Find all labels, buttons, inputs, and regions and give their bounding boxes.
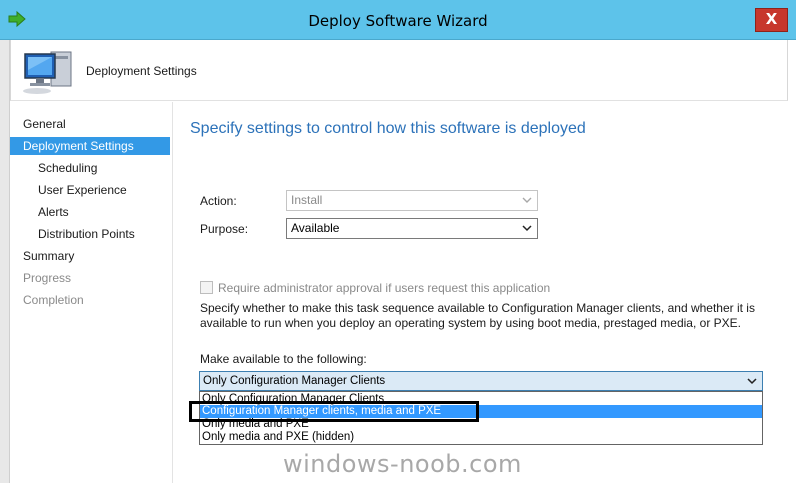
action-select: Install xyxy=(286,190,538,211)
approval-checkbox xyxy=(200,281,213,294)
wizard-header: Deployment Settings xyxy=(10,40,788,101)
nav-item-general[interactable]: General xyxy=(10,115,170,133)
action-label: Action: xyxy=(200,194,237,208)
watermark: windows-noob.com xyxy=(283,450,522,478)
chevron-down-icon[interactable] xyxy=(521,219,533,238)
nav-item-distribution-points[interactable]: Distribution Points xyxy=(10,225,170,243)
nav-item-deployment-settings[interactable]: Deployment Settings xyxy=(10,137,170,155)
nav-item-summary[interactable]: Summary xyxy=(10,247,170,265)
chevron-down-icon[interactable] xyxy=(746,372,758,390)
page-heading: Specify settings to control how this sof… xyxy=(190,120,586,137)
option-only-media-pxe-hidden[interactable]: Only media and PXE (hidden) xyxy=(200,431,762,444)
close-icon[interactable]: X xyxy=(766,10,778,28)
computer-icon xyxy=(23,51,72,94)
annotation-highlight-box xyxy=(189,401,479,422)
purpose-value: Available xyxy=(291,221,340,235)
window-title: Deploy Software Wizard xyxy=(308,12,488,30)
make-available-label: Make available to the following: xyxy=(200,352,367,366)
nav-item-user-experience[interactable]: User Experience xyxy=(10,181,170,199)
make-available-value: Only Configuration Manager Clients xyxy=(203,375,386,387)
chevron-down-icon xyxy=(522,197,532,203)
purpose-select[interactable]: Available xyxy=(286,218,538,239)
action-value: Install xyxy=(291,193,323,207)
purpose-label: Purpose: xyxy=(200,222,249,236)
window-edge xyxy=(0,40,10,483)
title-bar: Deploy Software Wizard X xyxy=(0,0,796,40)
nav-item-scheduling[interactable]: Scheduling xyxy=(10,159,170,177)
nav-item-completion: Completion xyxy=(23,293,84,307)
approval-label: Require administrator approval if users … xyxy=(218,281,551,295)
description-text: Specify whether to make this task sequen… xyxy=(200,301,755,330)
wizard-nav: General Deployment Settings Scheduling U… xyxy=(10,102,173,483)
close-button[interactable]: X xyxy=(755,8,788,32)
nav-item-alerts[interactable]: Alerts xyxy=(10,203,170,221)
header-title: Deployment Settings xyxy=(86,64,197,78)
nav-item-progress: Progress xyxy=(23,271,72,285)
make-available-select[interactable]: Only Configuration Manager Clients xyxy=(199,371,763,391)
